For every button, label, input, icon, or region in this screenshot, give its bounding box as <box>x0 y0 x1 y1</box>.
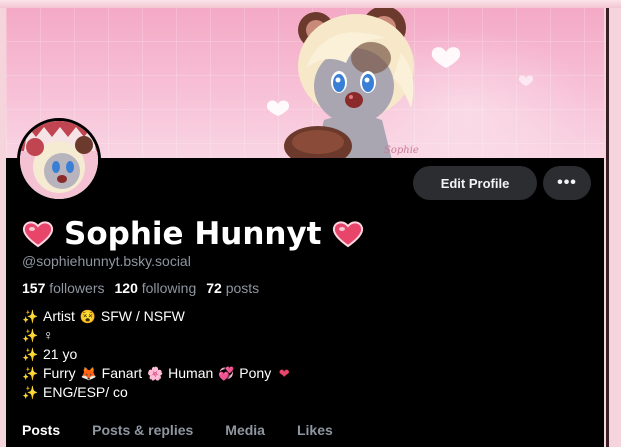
more-options-button[interactable]: ••• <box>543 166 591 200</box>
followers-count: 157 <box>22 280 46 296</box>
flower-icon: 🌸 <box>147 366 164 381</box>
profile-tabs: Posts Posts & replies Media Likes <box>6 413 604 447</box>
bio-text: Human <box>168 365 214 381</box>
profile-banner[interactable]: Sophie <box>6 8 604 158</box>
profile-avatar[interactable] <box>17 118 101 202</box>
scrollbar[interactable] <box>606 8 609 447</box>
avatar-artwork <box>20 121 98 199</box>
profile-handle: @sophiehunnyt.bsky.social <box>22 253 191 269</box>
tab-posts[interactable]: Posts <box>6 413 76 447</box>
bio-line: ✨ Furry 🦊 Fanart 🌸 Human 💞 Pony ❤ <box>22 364 292 383</box>
heart-icon <box>22 221 54 248</box>
following-count: 120 <box>114 280 138 296</box>
followers-label: followers <box>49 280 105 296</box>
profile-bio: ✨ Artist 😵 SFW / NSFW ✨ ♀ ✨ 21 yo ✨ Furr… <box>22 307 292 402</box>
tab-likes[interactable]: Likes <box>281 413 349 447</box>
posts-count: 72 <box>206 280 222 296</box>
display-name: Sophie Hunnyt <box>64 216 322 252</box>
fox-icon: 🦊 <box>80 366 97 381</box>
bio-text: Pony <box>239 365 272 381</box>
sparkles-icon: ✨ <box>22 309 39 324</box>
tab-posts-and-replies[interactable]: Posts & replies <box>76 413 209 447</box>
bio-text: ♀ <box>43 327 54 343</box>
sparkles-icon: ✨ <box>22 385 39 400</box>
two-hearts-icon: 💞 <box>218 366 235 381</box>
tab-media[interactable]: Media <box>209 413 281 447</box>
sparkles-icon: ✨ <box>22 328 39 343</box>
heart-icon <box>332 221 363 248</box>
posts-stat: 72 posts <box>206 280 259 296</box>
bio-text: Fanart <box>101 365 143 381</box>
banner-signature: Sophie <box>384 145 419 156</box>
followers-stat[interactable]: 157 followers <box>22 280 105 296</box>
bio-line: ✨ ♀ <box>22 326 292 345</box>
top-strip <box>0 0 621 8</box>
bio-text: 21 yo <box>43 346 78 362</box>
display-name-row: Sophie Hunnyt <box>22 214 364 254</box>
profile-stats: 157 followers 120 following 72 posts <box>22 280 259 296</box>
edit-profile-button[interactable]: Edit Profile <box>413 166 537 200</box>
bio-text: Furry <box>43 365 76 381</box>
profile-panel: Sophie Edit Profile ••• Sophie Hunnyt @s… <box>6 8 604 447</box>
bio-line: ✨ Artist 😵 SFW / NSFW <box>22 307 292 326</box>
bio-line: ✨ ENG/ESP/ co <box>22 383 292 402</box>
bio-text: Artist <box>43 308 75 324</box>
heart-icon: ❤ <box>278 366 290 381</box>
bio-text: ENG/ESP/ co <box>43 384 128 400</box>
following-stat[interactable]: 120 following <box>115 280 197 296</box>
posts-label: posts <box>225 280 260 296</box>
face-icon: 😵 <box>79 309 97 324</box>
following-label: following <box>141 280 197 296</box>
banner-artwork <box>266 8 534 158</box>
sparkles-icon: ✨ <box>22 347 39 362</box>
sparkles-icon: ✨ <box>22 366 39 381</box>
page-frame: Sophie Edit Profile ••• Sophie Hunnyt @s… <box>0 0 621 447</box>
bio-line: ✨ 21 yo <box>22 345 292 364</box>
bio-text: SFW / NSFW <box>100 308 185 324</box>
